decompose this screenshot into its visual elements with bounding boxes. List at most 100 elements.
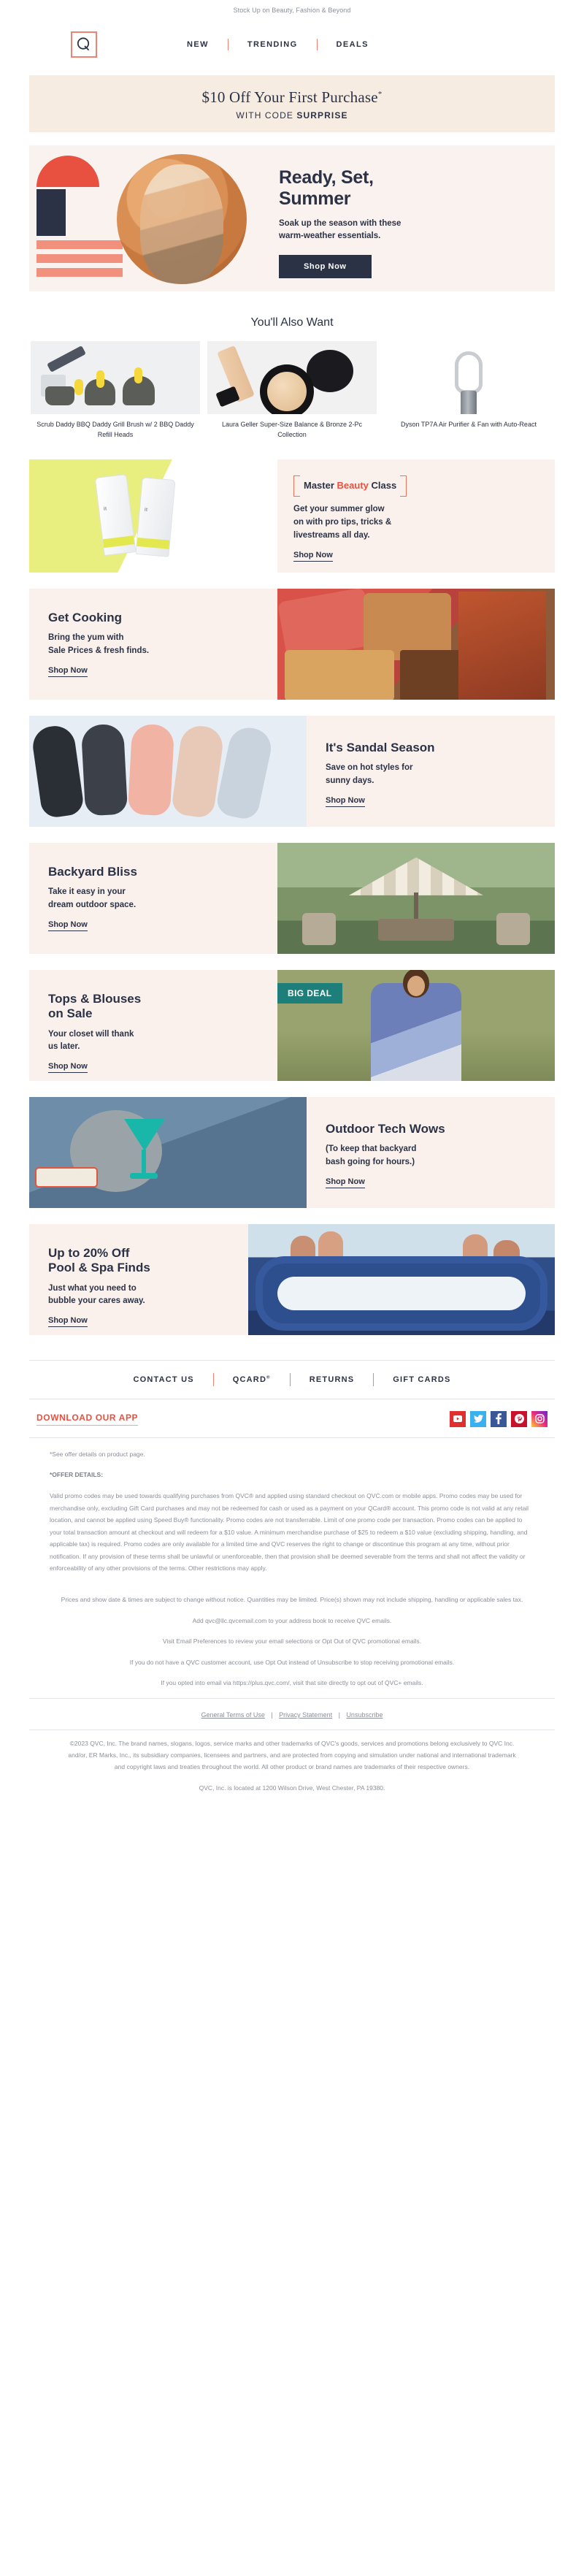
facebook-glyph: [496, 1413, 502, 1425]
product-card[interactable]: Scrub Daddy BBQ Daddy Grill Brush w/ 2 B…: [31, 341, 200, 440]
pool-spa-headline-line1: Up to 20% Off: [48, 1245, 130, 1260]
email-note-line4: If you opted into email via https://plus…: [161, 1679, 423, 1687]
pool-spa-body-line2: bubble your cares away.: [48, 1296, 145, 1305]
hero-title-line1: Ready, Set,: [279, 167, 374, 188]
promo-banner[interactable]: $10 Off Your First Purchase* WITH CODE S…: [29, 75, 555, 132]
beauty-class-badge: Master Beauty Class: [293, 475, 407, 497]
sandal-season-shop-now-link[interactable]: Shop Now: [326, 796, 365, 807]
hero-model-photo: [117, 154, 247, 284]
pinterest-icon[interactable]: [511, 1410, 527, 1427]
pool-spa-body-line1: Just what you need to: [48, 1283, 137, 1293]
get-cooking-shop-now-link[interactable]: Shop Now: [48, 666, 88, 677]
promo-row-sandal-season: It's Sandal Season Save on hot styles fo…: [29, 715, 555, 827]
get-cooking-copy: Get Cooking Bring the yum with Sale Pric…: [29, 589, 277, 700]
site-header: NEW TRENDING DEALS: [0, 15, 584, 71]
terms-separator: |: [271, 1711, 273, 1719]
pool-spa-body: Just what you need to bubble your cares …: [48, 1283, 232, 1308]
big-deal-badge: BIG DEAL: [277, 982, 342, 1004]
beauty-shop-now-link[interactable]: Shop Now: [293, 551, 333, 562]
beauty-product-tube: it: [135, 477, 176, 557]
tops-blouses-body: Your closet will thank us later.: [48, 1028, 261, 1054]
get-cooking-body-line2: Sale Prices & fresh finds.: [48, 646, 150, 655]
email-note-line3: If you do not have a QVC customer accoun…: [129, 1658, 455, 1666]
copyright-text: ©2023 QVC, Inc. The brand names, slogans…: [68, 1739, 516, 1771]
terms-of-use-link[interactable]: General Terms of Use: [201, 1711, 265, 1719]
twitter-icon[interactable]: [470, 1410, 486, 1427]
beauty-class-banner: it it Master Beauty Class Get your summe…: [29, 459, 555, 573]
youtube-icon[interactable]: [450, 1410, 466, 1427]
registered-mark-icon: ®: [266, 1375, 271, 1380]
product-image-dyson-fan: [384, 341, 553, 414]
facebook-icon[interactable]: [491, 1410, 507, 1427]
get-cooking-image: [277, 588, 555, 700]
outdoor-tech-body-line2: bash going for hours.): [326, 1157, 415, 1166]
twitter-glyph: [473, 1415, 483, 1423]
footer-link-gift-cards[interactable]: GIFT CARDS: [374, 1375, 469, 1384]
hero-shop-now-button[interactable]: Shop Now: [279, 254, 372, 278]
hero-body-line1: Soak up the season with these: [279, 219, 402, 228]
nav-item-deals[interactable]: DEALS: [318, 40, 388, 49]
social-links: [450, 1410, 548, 1427]
tops-blouses-copy: Tops & Blouses on Sale Your closet will …: [29, 970, 277, 1081]
tops-blouses-body-line2: us later.: [48, 1042, 80, 1051]
product-card[interactable]: Dyson TP7A Air Purifier & Fan with Auto-…: [384, 341, 553, 440]
download-app-link[interactable]: DOWNLOAD OUR APP: [36, 1413, 139, 1426]
promo-headline-text: $10 Off Your First Purchase: [201, 88, 378, 106]
footer-link-qcard[interactable]: QCARD®: [214, 1375, 290, 1384]
email-page: Stock Up on Beauty, Fashion & Beyond NEW…: [0, 0, 584, 1811]
nav-item-new[interactable]: NEW: [168, 40, 228, 49]
product-card[interactable]: Laura Geller Super-Size Balance & Bronze…: [207, 341, 377, 440]
beauty-class-body: Get your summer glow on with pro tips, t…: [293, 503, 540, 542]
outdoor-tech-image: [29, 1096, 307, 1208]
hero-title: Ready, Set, Summer: [279, 167, 548, 209]
product-list: Scrub Daddy BBQ Daddy Grill Brush w/ 2 B…: [0, 341, 584, 440]
promo-subtext: WITH CODE SURPRISE: [29, 110, 555, 121]
hero-title-line2: Summer: [279, 188, 351, 209]
backyard-bliss-headline: Backyard Bliss: [48, 864, 137, 879]
promo-code: SURPRISE: [296, 110, 348, 121]
hero-copy: Ready, Set, Summer Soak up the season wi…: [263, 145, 555, 291]
outdoor-tech-headline: Outdoor Tech Wows: [326, 1121, 445, 1136]
beauty-class-copy: Master Beauty Class Get your summer glow…: [277, 459, 555, 573]
sandal-season-body-line2: sunny days.: [326, 776, 374, 785]
outdoor-tech-copy: Outdoor Tech Wows (To keep that backyard…: [307, 1097, 555, 1208]
company-address: QVC, Inc. is located at 1200 Wilson Driv…: [199, 1784, 385, 1792]
outdoor-tech-body-line1: (To keep that backyard: [326, 1144, 417, 1154]
pool-spa-headline-line2: Pool & Spa Finds: [48, 1261, 150, 1275]
terms-separator: |: [338, 1711, 340, 1719]
tops-blouses-shop-now-link[interactable]: Shop Now: [48, 1062, 88, 1074]
backyard-bliss-body: Take it easy in your dream outdoor space…: [48, 886, 261, 911]
outdoor-tech-body: (To keep that backyard bash going for ho…: [326, 1143, 539, 1169]
hero-shape-navy-block: [36, 189, 66, 236]
footer-links: CONTACT US QCARD® RETURNS GIFT CARDS: [29, 1361, 555, 1399]
see-offer-note: *See offer details on product page.: [50, 1450, 145, 1458]
products-section-title: You'll Also Want: [250, 316, 334, 329]
promo-row-backyard-bliss: Backyard Bliss Take it easy in your drea…: [29, 842, 555, 954]
backyard-bliss-shop-now-link[interactable]: Shop Now: [48, 920, 88, 931]
qvc-logo[interactable]: [71, 31, 97, 58]
promo-row-tops-blouses: Tops & Blouses on Sale Your closet will …: [29, 969, 555, 1081]
footer-link-returns[interactable]: RETURNS: [291, 1375, 374, 1384]
badge-post-text: Class: [368, 479, 397, 491]
pool-spa-shop-now-link[interactable]: Shop Now: [48, 1316, 88, 1328]
tops-blouses-body-line1: Your closet will thank: [48, 1029, 134, 1039]
hero-image: [29, 145, 263, 291]
prices-note-block: Prices and show date & times are subject…: [29, 1583, 555, 1689]
email-note-line1: Add qvc@llc.qvcemail.com to your address…: [192, 1616, 392, 1624]
nav-item-trending[interactable]: TRENDING: [228, 40, 317, 49]
privacy-statement-link[interactable]: Privacy Statement: [279, 1711, 332, 1719]
pool-spa-image: [248, 1223, 555, 1335]
offer-details-heading: *OFFER DETAILS:: [50, 1471, 104, 1479]
outdoor-tech-shop-now-link[interactable]: Shop Now: [326, 1177, 365, 1188]
beauty-body-line1: Get your summer glow: [293, 504, 385, 513]
backyard-bliss-body-line1: Take it easy in your: [48, 887, 126, 897]
pinterest-glyph: [514, 1414, 524, 1424]
footer-link-contact-us[interactable]: CONTACT US: [114, 1375, 212, 1384]
sandal-season-body-line1: Save on hot styles for: [326, 763, 413, 773]
unsubscribe-link[interactable]: Unsubscribe: [346, 1711, 383, 1719]
instagram-icon[interactable]: [531, 1410, 548, 1427]
promo-row-pool-spa: Up to 20% Off Pool & Spa Finds Just what…: [29, 1223, 555, 1335]
tops-blouses-headline-line2: on Sale: [48, 1006, 93, 1021]
tops-blouses-image: BIG DEAL: [277, 969, 555, 1081]
product-image-laura-geller: [207, 341, 377, 414]
